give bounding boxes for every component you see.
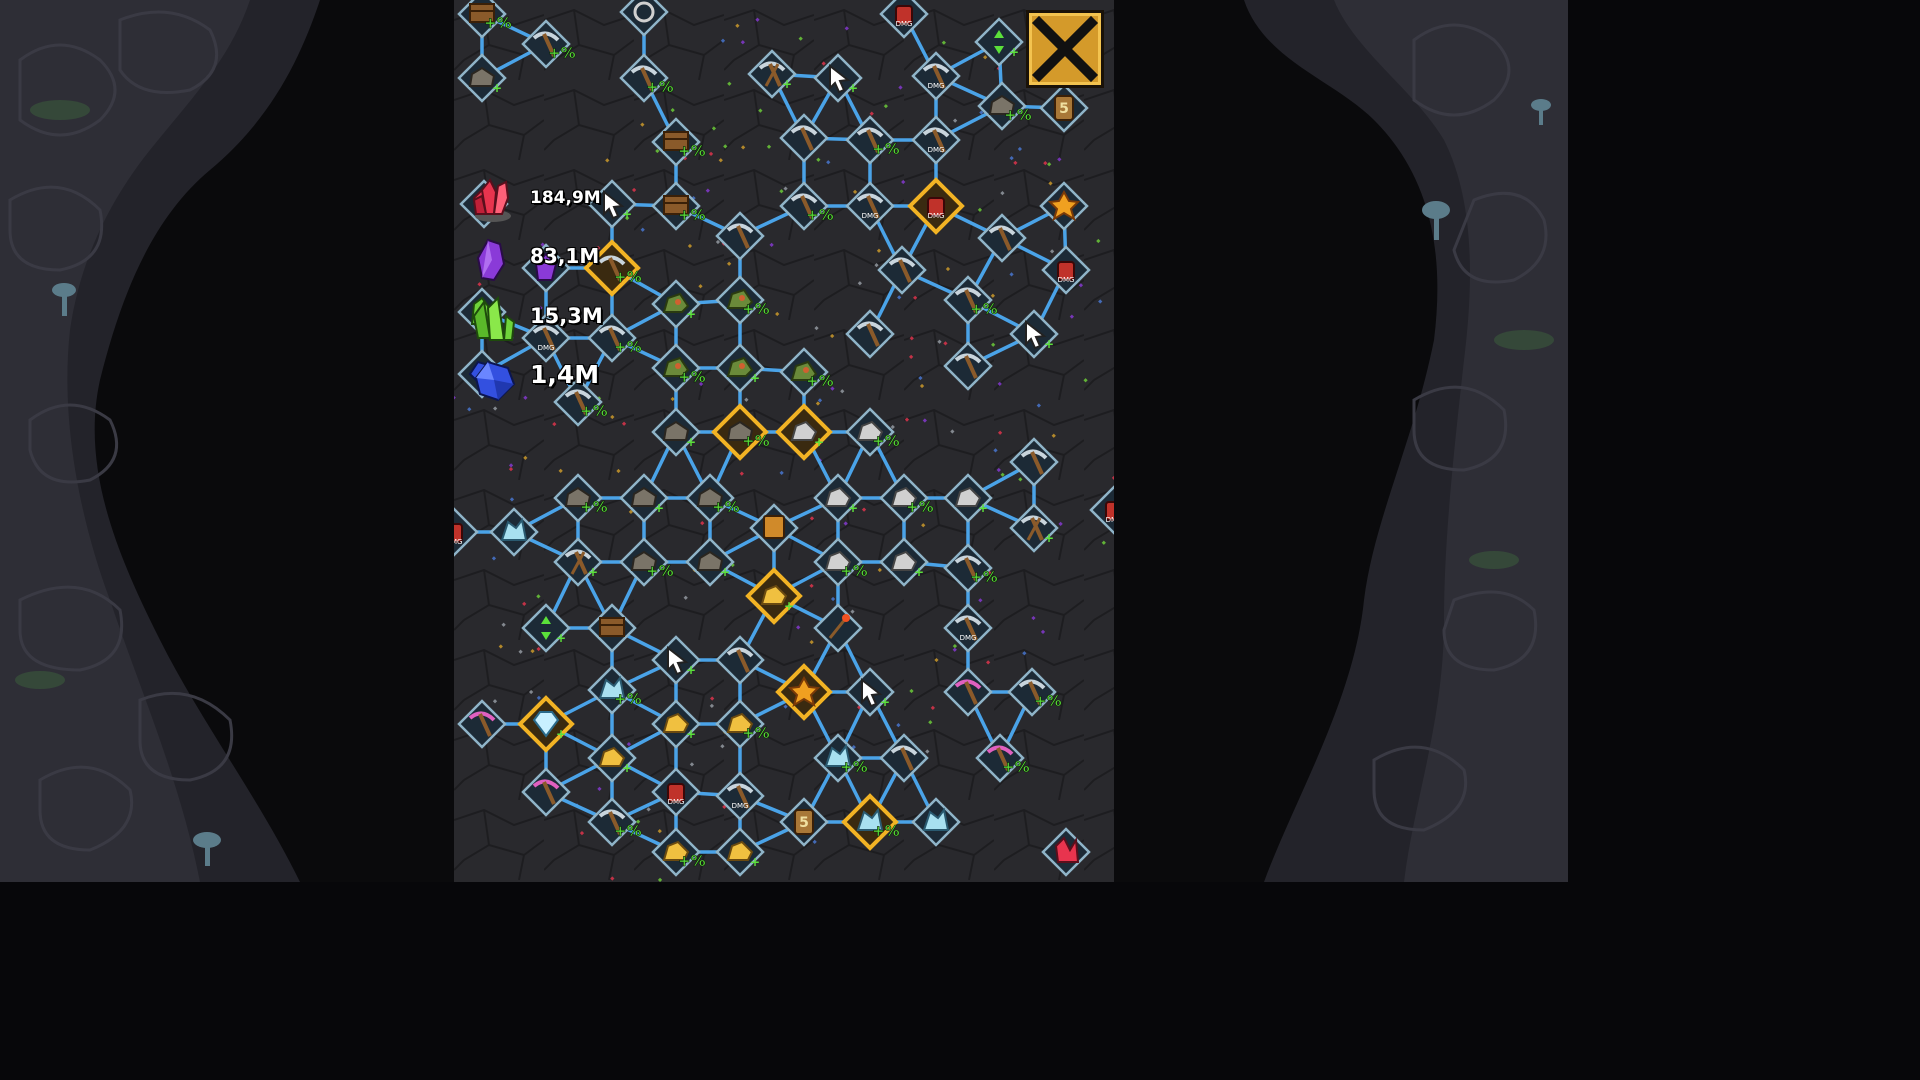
level-label: 5	[1059, 101, 1069, 117]
bonus-label: +%	[678, 852, 706, 870]
add-label: +	[622, 761, 632, 775]
add-label: +	[1044, 337, 1054, 351]
add-label: +	[654, 501, 664, 515]
add-label: +	[686, 663, 696, 677]
bonus-label: +%	[1002, 758, 1030, 776]
add-label: +	[622, 207, 632, 221]
red-crystal-icon	[472, 178, 511, 222]
bonus-label: +%	[646, 78, 674, 96]
red-crystal-count: 184,9M	[530, 188, 601, 208]
bonus-label: +%	[970, 568, 998, 586]
bonus-label: +%	[970, 300, 998, 318]
bonus-label: +%	[742, 300, 770, 318]
bonus-label: +%	[840, 562, 868, 580]
green-crystal-icon	[472, 295, 516, 341]
bonus-label: +%	[678, 368, 706, 386]
dmg-label: DMG	[862, 212, 879, 220]
dmg-label: DMG	[732, 802, 749, 810]
add-label: +	[556, 631, 566, 645]
level-label: 5	[799, 815, 809, 831]
dmg-label: DMG	[454, 538, 462, 546]
bonus-label: +%	[872, 432, 900, 450]
add-label: +	[686, 727, 696, 741]
bonus-label: +%	[872, 140, 900, 158]
bonus-label: +%	[678, 206, 706, 224]
bonus-label: +%	[614, 690, 642, 708]
dmg-label: DMG	[928, 146, 945, 154]
bonus-label: +%	[712, 498, 740, 516]
add-label: +	[814, 435, 824, 449]
bonus-label: +%	[614, 268, 642, 286]
bonus-label: +%	[614, 822, 642, 840]
add-label: +	[686, 435, 696, 449]
blue-crystal-icon	[474, 360, 516, 402]
add-label: +	[880, 695, 890, 709]
dmg-label: DMG	[928, 82, 945, 90]
add-label: +	[914, 565, 924, 579]
dmg-label: DMG	[1106, 516, 1114, 524]
blue-crystal-count: 1,4M	[530, 360, 600, 389]
skill-tree-board[interactable]: +% DMG + +% + +% + + DMG +% 5 +% +% DMG + +% +% DMG DMG +% +…	[454, 0, 1114, 882]
add-label: +	[720, 565, 730, 579]
bonus-label: +%	[548, 44, 576, 62]
bonus-label: +%	[580, 402, 608, 420]
dmg-label: DMG	[668, 798, 685, 806]
dmg-label: DMG	[896, 20, 913, 28]
add-label: +	[492, 81, 502, 95]
bonus-label: +%	[906, 498, 934, 516]
bonus-label: +%	[646, 562, 674, 580]
bonus-label: +%	[742, 432, 770, 450]
dmg-label: DMG	[1058, 276, 1075, 284]
add-label: +	[1044, 531, 1054, 545]
cave-wall-right	[1114, 0, 1568, 882]
green-crystal-count: 15,3M	[530, 304, 603, 328]
purple-crystal-count: 83,1M	[530, 244, 600, 268]
bonus-label: +%	[484, 14, 512, 32]
add-label: +	[978, 501, 988, 515]
bonus-label: +%	[580, 498, 608, 516]
skill-tree[interactable]: +% DMG + +% + +% + + DMG +% 5 +% +% DMG + +% +% DMG DMG +% +…	[454, 0, 1114, 882]
add-label: +	[750, 371, 760, 385]
add-label: +	[686, 307, 696, 321]
add-label: +	[588, 565, 598, 579]
cave-wall-left	[0, 0, 454, 882]
bonus-label: +%	[678, 142, 706, 160]
bonus-label: +%	[1004, 106, 1032, 124]
add-label: +	[848, 501, 858, 515]
bonus-label: +%	[1034, 692, 1062, 710]
bonus-label: +%	[806, 206, 834, 224]
purple-crystal-icon	[476, 238, 506, 282]
close-button[interactable]	[1026, 10, 1104, 88]
bonus-label: +%	[614, 338, 642, 356]
add-label: +	[782, 77, 792, 91]
dmg-label: DMG	[538, 344, 555, 352]
dmg-label: DMG	[960, 634, 977, 642]
dmg-label: DMG	[928, 212, 945, 220]
bonus-label: +%	[840, 758, 868, 776]
add-label: +	[750, 855, 760, 869]
bonus-label: +%	[806, 372, 834, 390]
add-label: +	[1009, 45, 1019, 59]
close-x-icon	[1031, 15, 1099, 83]
add-label: +	[556, 727, 566, 741]
bonus-label: +%	[742, 724, 770, 742]
add-label: +	[784, 599, 794, 613]
bonus-label: +%	[872, 822, 900, 840]
add-label: +	[848, 81, 858, 95]
